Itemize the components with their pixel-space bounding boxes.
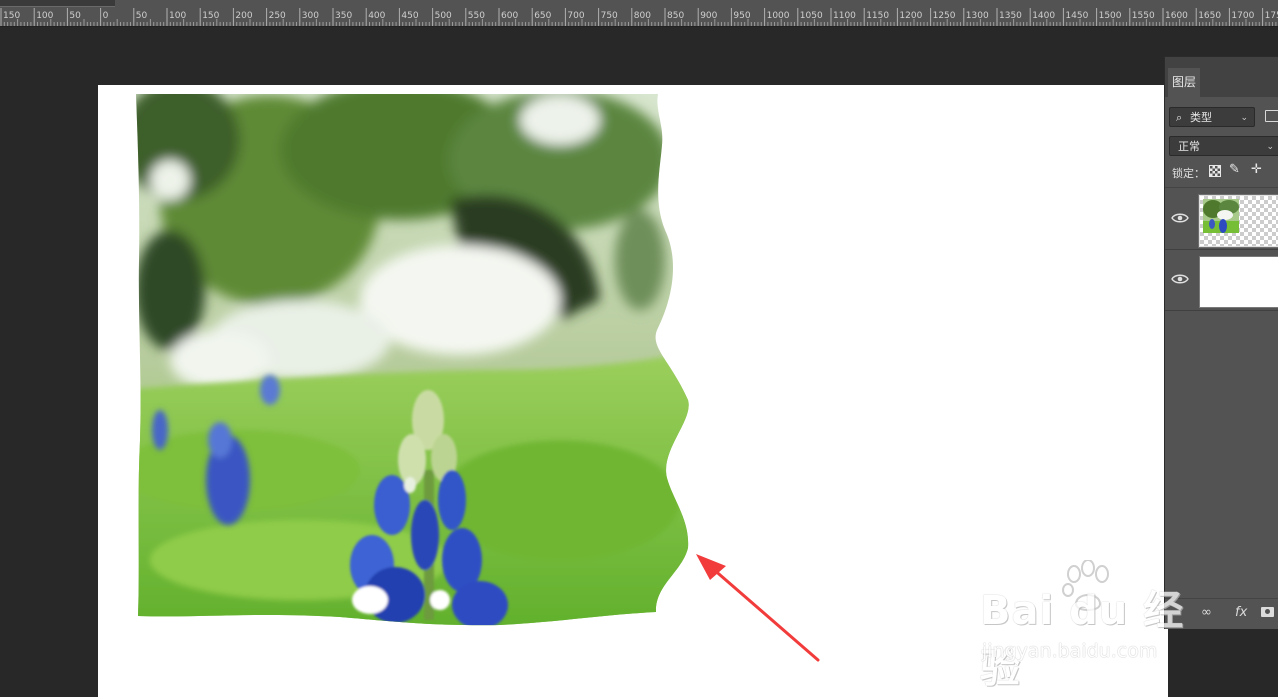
ruler-label: 0 bbox=[102, 11, 109, 21]
ruler-label: 400 bbox=[368, 11, 386, 21]
blend-mode-label: 正常 bbox=[1178, 140, 1200, 153]
chevron-down-icon: ⌄ bbox=[1266, 142, 1274, 152]
ruler-label: 450 bbox=[401, 11, 419, 21]
tab-layers[interactable]: 图层 bbox=[1168, 68, 1200, 97]
layer-filter-row: ⌕ 类型 ⌄ bbox=[1165, 105, 1278, 129]
layer-filter-select[interactable]: ⌕ 类型 ⌄ bbox=[1169, 107, 1255, 127]
ruler-label: 800 bbox=[633, 11, 651, 21]
brush-lock-icon[interactable]: ✎ bbox=[1229, 162, 1240, 177]
ruler-label: 250 bbox=[268, 11, 286, 21]
horizontal-ruler[interactable]: 150 100 50 0 50 100 150 200 250 300 350 400 450 500 55… bbox=[0, 0, 1278, 27]
ruler-label: 750 bbox=[600, 11, 618, 21]
mask-icon[interactable] bbox=[1261, 607, 1274, 617]
ruler-label: 1750 bbox=[1264, 11, 1278, 21]
fx-icon[interactable]: fx bbox=[1235, 605, 1247, 620]
layer-filter-label: 类型 bbox=[1190, 111, 1212, 124]
search-icon: ⌕ bbox=[1176, 111, 1183, 124]
document-canvas[interactable] bbox=[98, 85, 1168, 697]
ruler-label: 200 bbox=[235, 11, 253, 21]
ruler-label: 1500 bbox=[1098, 11, 1122, 21]
ruler-label: 900 bbox=[700, 11, 718, 21]
ruler-label: 850 bbox=[667, 11, 685, 21]
ruler-label: 100 bbox=[36, 11, 54, 21]
link-icon[interactable]: ∞ bbox=[1201, 605, 1212, 620]
ruler-label: 1650 bbox=[1198, 11, 1222, 21]
move-lock-icon[interactable]: ✛ bbox=[1251, 162, 1262, 177]
ruler-label: 1600 bbox=[1165, 11, 1188, 21]
layers-panel-footer: ∞ fx bbox=[1165, 598, 1278, 629]
layers-panel: 图层 ⌕ 类型 ⌄ 正常 ⌄ 锁定： ✎ ✛ ∞ fx bbox=[1164, 56, 1278, 629]
blend-mode-select[interactable]: 正常 ⌄ bbox=[1169, 136, 1278, 156]
ruler-label: 1150 bbox=[866, 11, 890, 21]
ruler-label: 1100 bbox=[833, 11, 856, 21]
chevron-down-icon: ⌄ bbox=[1240, 113, 1248, 123]
layers-panel-header: 图层 bbox=[1165, 57, 1278, 97]
ruler-label: 150 bbox=[3, 11, 21, 21]
ruler-label: 350 bbox=[335, 11, 353, 21]
blend-mode-row: 正常 ⌄ bbox=[1165, 135, 1278, 159]
ruler-label: 1700 bbox=[1231, 11, 1255, 21]
ruler-label: 950 bbox=[733, 11, 751, 21]
ruler-label: 50 bbox=[69, 11, 81, 21]
layer-thumbnail-flower bbox=[1198, 194, 1278, 248]
ruler-label: 550 bbox=[467, 11, 485, 21]
ruler-label: 1200 bbox=[899, 11, 923, 21]
ruler-label: 1350 bbox=[999, 11, 1022, 21]
ruler-label: 1000 bbox=[766, 11, 790, 21]
ruler-label: 1050 bbox=[799, 11, 823, 21]
layer-row-flower[interactable] bbox=[1165, 189, 1278, 250]
ruler-label: 100 bbox=[169, 11, 187, 21]
ruler-label: 1300 bbox=[965, 11, 989, 21]
ruler-label: 500 bbox=[434, 11, 452, 21]
ruler-label: 700 bbox=[567, 11, 585, 21]
ruler-label: 1550 bbox=[1131, 11, 1155, 21]
ruler-label: 1400 bbox=[1032, 11, 1056, 21]
lock-row: 锁定： ✎ ✛ bbox=[1165, 161, 1278, 188]
eye-icon[interactable] bbox=[1171, 272, 1189, 286]
checkerboard-lock-icon[interactable] bbox=[1209, 165, 1221, 177]
ruler-label: 150 bbox=[202, 11, 220, 21]
ruler-label: 650 bbox=[534, 11, 552, 21]
layer-row-background[interactable] bbox=[1165, 250, 1278, 311]
layer-thumbnail-background bbox=[1199, 256, 1278, 308]
lock-label: 锁定： bbox=[1172, 167, 1205, 180]
image-filter-icon[interactable] bbox=[1265, 110, 1278, 122]
ruler-label: 300 bbox=[301, 11, 319, 21]
ruler-label: 600 bbox=[501, 11, 519, 21]
ruler-label: 50 bbox=[135, 11, 148, 21]
ruler-label: 1450 bbox=[1065, 11, 1089, 21]
ruler-label: 1250 bbox=[932, 11, 956, 21]
eye-icon[interactable] bbox=[1171, 211, 1189, 225]
